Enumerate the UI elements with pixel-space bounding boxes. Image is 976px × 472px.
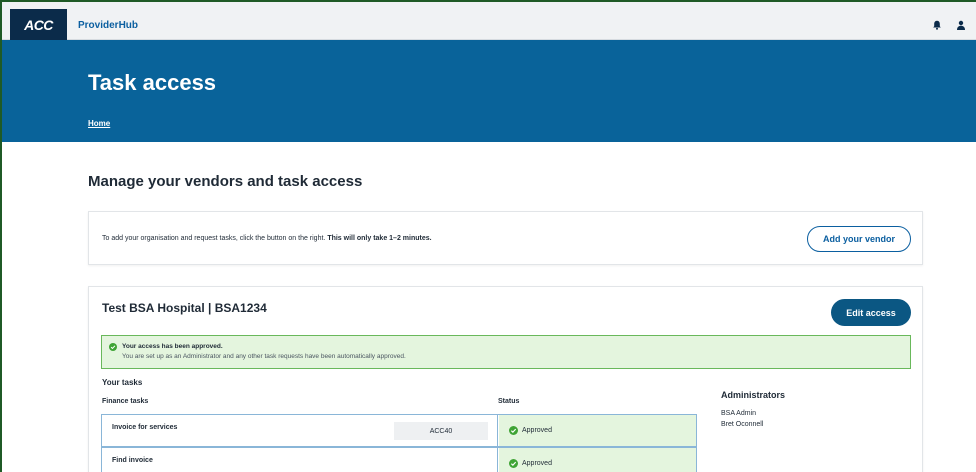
task-code-badge: ACC40	[394, 422, 488, 440]
task-name-cell: Invoice for services ACC40	[102, 415, 498, 446]
add-vendor-card: To add your organisation and request tas…	[88, 211, 923, 265]
add-vendor-text-bold: This will only take 1–2 minutes.	[327, 235, 432, 242]
administrator-name: Bret Oconnell	[721, 421, 764, 428]
task-name-cell: Find invoice	[102, 448, 498, 472]
task-status-cell: Approved	[499, 415, 696, 446]
task-status: Approved	[522, 460, 552, 467]
check-circle-icon	[509, 459, 518, 468]
administrators-list: BSA Admin Bret Oconnell	[721, 408, 763, 430]
alert-body: You are set up as an Administrator and a…	[122, 353, 406, 360]
check-circle-icon	[509, 426, 518, 435]
add-vendor-instructions: To add your organisation and request tas…	[102, 235, 432, 242]
page-header: Task access Home	[2, 40, 976, 142]
task-status-cell: Approved	[499, 448, 696, 472]
app-name-link[interactable]: ProviderHub	[78, 20, 138, 31]
acc-logo[interactable]: ACC	[10, 9, 67, 40]
add-vendor-button[interactable]: Add your vendor	[807, 226, 911, 252]
approval-alert: Your access has been approved. You are s…	[101, 335, 911, 369]
bell-icon[interactable]	[932, 20, 942, 30]
task-table: Invoice for services ACC40 Approved Find…	[101, 414, 697, 472]
status-column-header: Status	[498, 398, 520, 405]
alert-title: Your access has been approved.	[122, 343, 223, 350]
task-status: Approved	[522, 427, 552, 434]
page-title: Task access	[88, 70, 217, 95]
vendor-title: Test BSA Hospital | BSA1234	[102, 301, 267, 315]
check-circle-icon	[109, 343, 117, 351]
user-icon[interactable]	[956, 20, 966, 30]
task-name: Invoice for services	[112, 424, 178, 431]
section-title: Manage your vendors and task access	[88, 173, 363, 190]
tasks-heading: Your tasks	[102, 378, 143, 387]
edit-access-button[interactable]: Edit access	[831, 299, 911, 326]
breadcrumb-home-link[interactable]: Home	[88, 119, 110, 128]
vendor-card: Test BSA Hospital | BSA1234 Edit access …	[88, 286, 923, 472]
table-row: Find invoice Approved	[101, 447, 697, 472]
app-window: ACC ProviderHub Task access Home Manage …	[0, 0, 976, 472]
logo-text: ACC	[24, 16, 53, 33]
administrators-heading: Administrators	[721, 390, 786, 400]
top-nav-bar: ACC ProviderHub	[2, 2, 976, 40]
add-vendor-text: To add your organisation and request tas…	[102, 235, 326, 242]
administrator-name: BSA Admin	[721, 410, 757, 417]
finance-tasks-column-header: Finance tasks	[102, 398, 149, 405]
table-row: Invoice for services ACC40 Approved	[101, 414, 697, 447]
task-name: Find invoice	[112, 457, 153, 464]
